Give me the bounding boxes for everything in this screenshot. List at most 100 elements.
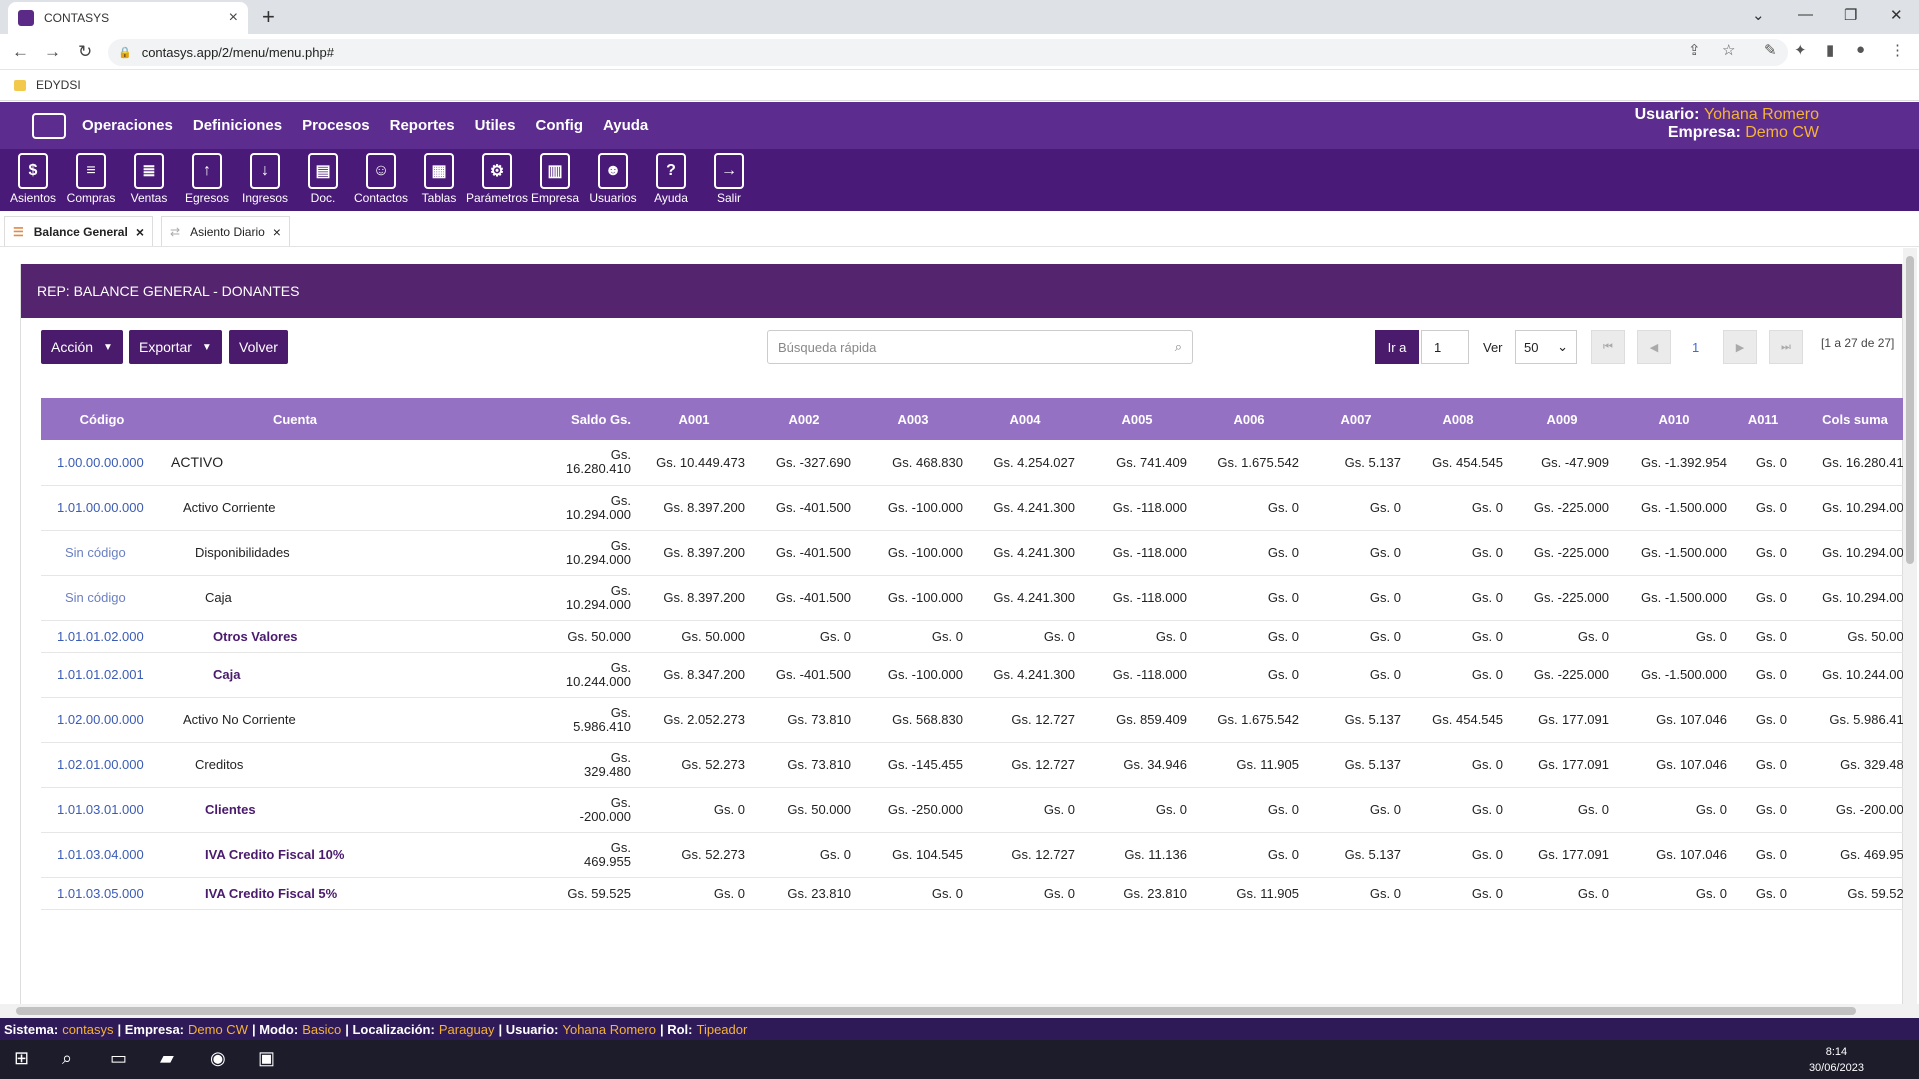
account-code[interactable]: 1.01.01.02.000 [41, 620, 163, 653]
egresos-button[interactable]: ↑ Egresos [178, 149, 236, 211]
compras-button[interactable]: ≡ Compras [62, 149, 120, 211]
usuarios-button[interactable]: ☻ Usuarios [584, 149, 642, 211]
column-header[interactable]: A002 [751, 398, 857, 440]
back-button[interactable]: ← [12, 42, 29, 62]
menu-procesos[interactable]: Procesos [302, 117, 370, 134]
salir-button[interactable]: → Salir [700, 149, 758, 211]
file-explorer-icon[interactable]: ▰ [160, 1048, 174, 1069]
account-code[interactable]: Sin código [41, 530, 163, 576]
contactos-button[interactable]: ☺ Contactos [352, 149, 410, 211]
column-header[interactable]: A010 [1615, 398, 1733, 440]
table-row[interactable]: 1.00.00.00.000 ACTIVO Gs. 16.280.410 Gs. 10.… [41, 440, 1917, 486]
windows-start-icon[interactable]: ⊞ [14, 1048, 29, 1069]
chrome-icon[interactable]: ◉ [210, 1048, 226, 1069]
url-field[interactable]: 🔒 contasys.app/2/menu/menu.php# [108, 39, 1788, 66]
column-header[interactable]: A011 [1733, 398, 1793, 440]
account-code[interactable]: Sin código [41, 575, 163, 621]
table-row[interactable]: 1.02.01.00.000 Creditos Gs. 329.480 Gs. 52.2… [41, 742, 1917, 788]
horizontal-scrollbar[interactable] [0, 1004, 1919, 1018]
table-row[interactable]: 1.01.03.05.000 IVA Credito Fiscal 5% Gs. 5… [41, 877, 1917, 910]
doc-button[interactable]: ▤ Doc. [294, 149, 352, 211]
task-view-icon[interactable]: ▭ [110, 1048, 127, 1069]
bookmark-edydsi[interactable]: EDYDSI [36, 78, 81, 92]
tab-search-icon[interactable]: ⌄ [1752, 6, 1765, 24]
table-row[interactable]: 1.01.00.00.000 Activo Corriente Gs. 10.294.… [41, 485, 1917, 531]
menu-ayuda[interactable]: Ayuda [603, 117, 648, 134]
column-header[interactable]: Cuenta [163, 398, 427, 440]
table-row[interactable]: Sin código Caja Gs. 10.294.000 Gs. 8.397.200… [41, 575, 1917, 621]
per-page-select[interactable]: 50 ⌄ [1515, 330, 1577, 364]
app-logo-icon[interactable] [32, 112, 66, 139]
current-page[interactable]: 1 [1692, 340, 1699, 355]
profile-icon[interactable]: ● [1856, 41, 1865, 58]
chrome-menu-icon[interactable]: ⋮ [1890, 41, 1905, 59]
table-row[interactable]: 1.01.03.04.000 IVA Credito Fiscal 10% Gs. 4… [41, 832, 1917, 878]
table-row[interactable]: 1.01.01.02.000 Otros Valores Gs. 50.000 Gs.… [41, 620, 1917, 653]
close-window-button[interactable]: ✕ [1890, 6, 1903, 24]
menu-operaciones[interactable]: Operaciones [82, 117, 173, 134]
search-icon[interactable]: ⌕ [62, 1048, 72, 1069]
ingresos-button[interactable]: ↓ Ingresos [236, 149, 294, 211]
table-row[interactable]: Sin código Disponibilidades Gs. 10.294.000 G… [41, 530, 1917, 576]
scroll-thumb[interactable] [1906, 256, 1914, 564]
account-code[interactable]: 1.00.00.00.000 [41, 440, 163, 486]
teams-icon[interactable]: ▣ [258, 1048, 275, 1069]
asientos-button[interactable]: $ Asientos [4, 149, 62, 211]
share-icon[interactable]: ⇪ [1688, 41, 1701, 59]
tablas-button[interactable]: ▦ Tablas [410, 149, 468, 211]
reload-button[interactable]: ↻ [78, 42, 92, 62]
account-code[interactable]: 1.01.00.00.000 [41, 485, 163, 531]
prev-page-button[interactable]: ◀ [1637, 330, 1671, 364]
close-tab-icon[interactable]: × [229, 9, 238, 27]
sidepanel-icon[interactable]: ▮ [1826, 41, 1834, 59]
scroll-thumb[interactable] [16, 1007, 1856, 1015]
menu-config[interactable]: Config [536, 117, 583, 134]
account-code[interactable]: 1.01.01.02.001 [41, 652, 163, 698]
close-tab-icon[interactable]: × [273, 224, 281, 240]
table-row[interactable]: 1.01.03.01.000 Clientes Gs. -200.000 Gs. 0 Gs… [41, 787, 1917, 833]
ventas-button[interactable]: ≣ Ventas [120, 149, 178, 211]
maximize-button[interactable]: ❐ [1844, 6, 1857, 24]
new-tab-button[interactable]: + [262, 4, 275, 30]
first-page-button[interactable]: ⏮ [1591, 330, 1625, 364]
column-header[interactable]: A004 [969, 398, 1081, 440]
column-header[interactable]: A006 [1193, 398, 1305, 440]
account-code[interactable]: 1.01.03.01.000 [41, 787, 163, 833]
ir-a-button[interactable]: Ir a [1375, 330, 1419, 364]
column-header[interactable]: A005 [1081, 398, 1193, 440]
volver-button[interactable]: Volver [229, 330, 288, 364]
tab-asiento-diario[interactable]: ⇄ Asiento Diario × [161, 216, 290, 246]
column-header[interactable]: A009 [1509, 398, 1615, 440]
last-page-button[interactable]: ⏭ [1769, 330, 1803, 364]
page-number-input[interactable]: 1 [1421, 330, 1469, 364]
vertical-scrollbar[interactable] [1903, 248, 1917, 1004]
tab-balance-general[interactable]: ☰ Balance General × [4, 216, 154, 246]
bookmark-star-icon[interactable]: ☆ [1722, 41, 1735, 59]
accion-button[interactable]: Acción ▼ [41, 330, 123, 364]
table-row[interactable]: 1.02.00.00.000 Activo No Corriente Gs. 5.98… [41, 697, 1917, 743]
menu-reportes[interactable]: Reportes [390, 117, 455, 134]
puzzle-icon[interactable]: ✦ [1794, 41, 1807, 59]
system-clock[interactable]: 8:14 30/06/2023 [1809, 1044, 1864, 1076]
browser-tab[interactable]: CONTASYS × [8, 2, 248, 34]
exportar-button[interactable]: Exportar ▼ [129, 330, 222, 364]
column-header[interactable]: Saldo Gs. [427, 398, 637, 440]
account-code[interactable]: 1.01.03.05.000 [41, 877, 163, 910]
column-header[interactable]: Código [41, 398, 163, 440]
account-code[interactable]: 1.01.03.04.000 [41, 832, 163, 878]
ayuda-button[interactable]: ? Ayuda [642, 149, 700, 211]
extension-icon[interactable]: ✎ [1764, 41, 1777, 59]
menu-definiciones[interactable]: Definiciones [193, 117, 282, 134]
forward-button[interactable]: → [44, 42, 61, 62]
column-header[interactable]: A007 [1305, 398, 1407, 440]
column-header[interactable]: A001 [637, 398, 751, 440]
next-page-button[interactable]: ▶ [1723, 330, 1757, 364]
minimize-button[interactable]: — [1798, 6, 1813, 23]
search-input[interactable]: Búsqueda rápida ⌕ [767, 330, 1193, 364]
menu-utiles[interactable]: Utiles [475, 117, 516, 134]
empresa-button[interactable]: ▥ Empresa [526, 149, 584, 211]
column-header[interactable]: A003 [857, 398, 969, 440]
account-code[interactable]: 1.02.01.00.000 [41, 742, 163, 788]
column-header[interactable]: Cols suma [1793, 398, 1917, 440]
close-tab-icon[interactable]: × [136, 224, 144, 240]
